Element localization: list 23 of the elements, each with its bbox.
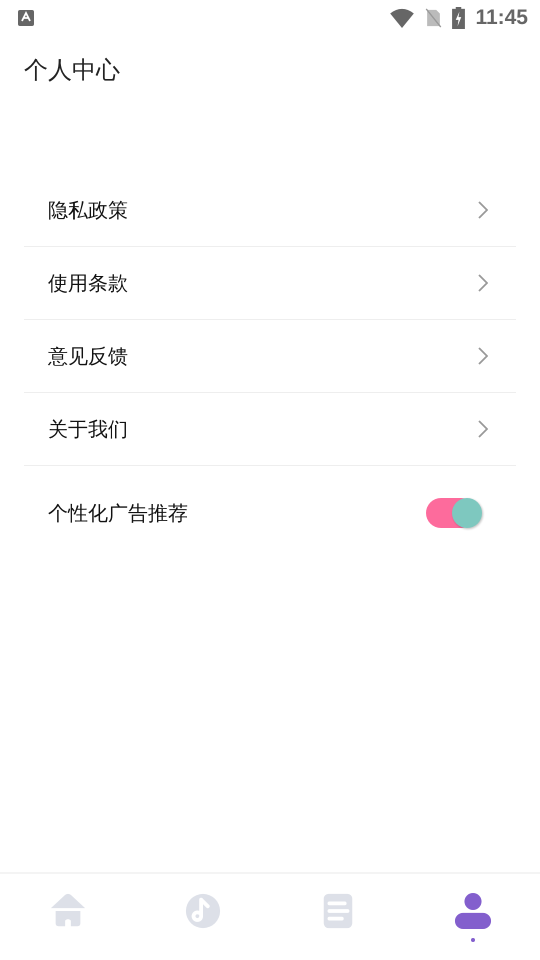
menu-item[interactable]: 意见反馈 bbox=[24, 320, 516, 393]
menu-item[interactable]: 关于我们 bbox=[24, 393, 516, 466]
person-icon bbox=[454, 892, 492, 930]
menu-label: 意见反馈 bbox=[48, 342, 128, 370]
menu-label: 使用条款 bbox=[48, 270, 128, 296]
menu-label: 隐私政策 bbox=[48, 196, 128, 224]
menu-item[interactable]: 隐私政策 bbox=[24, 174, 516, 247]
wifi-icon bbox=[389, 8, 416, 28]
music-note-icon bbox=[184, 892, 222, 930]
chevron-right-icon bbox=[478, 201, 488, 219]
menu-label: 关于我们 bbox=[48, 416, 128, 442]
keyboard-icon bbox=[18, 10, 34, 26]
page-title: 个人中心 bbox=[24, 55, 121, 86]
chevron-right-icon bbox=[478, 274, 488, 292]
active-dot bbox=[470, 938, 474, 942]
battery-charging-icon bbox=[452, 7, 466, 29]
no-sim-icon bbox=[425, 8, 442, 28]
menu-item[interactable]: 使用条款 bbox=[24, 247, 516, 320]
chevron-right-icon bbox=[478, 347, 488, 365]
menu-item[interactable]: 个性化广告推荐 bbox=[24, 466, 516, 560]
chevron-right-icon bbox=[478, 420, 488, 438]
menu-label: 个性化广告推荐 bbox=[48, 500, 188, 526]
status-time: 11:45 bbox=[475, 6, 528, 30]
